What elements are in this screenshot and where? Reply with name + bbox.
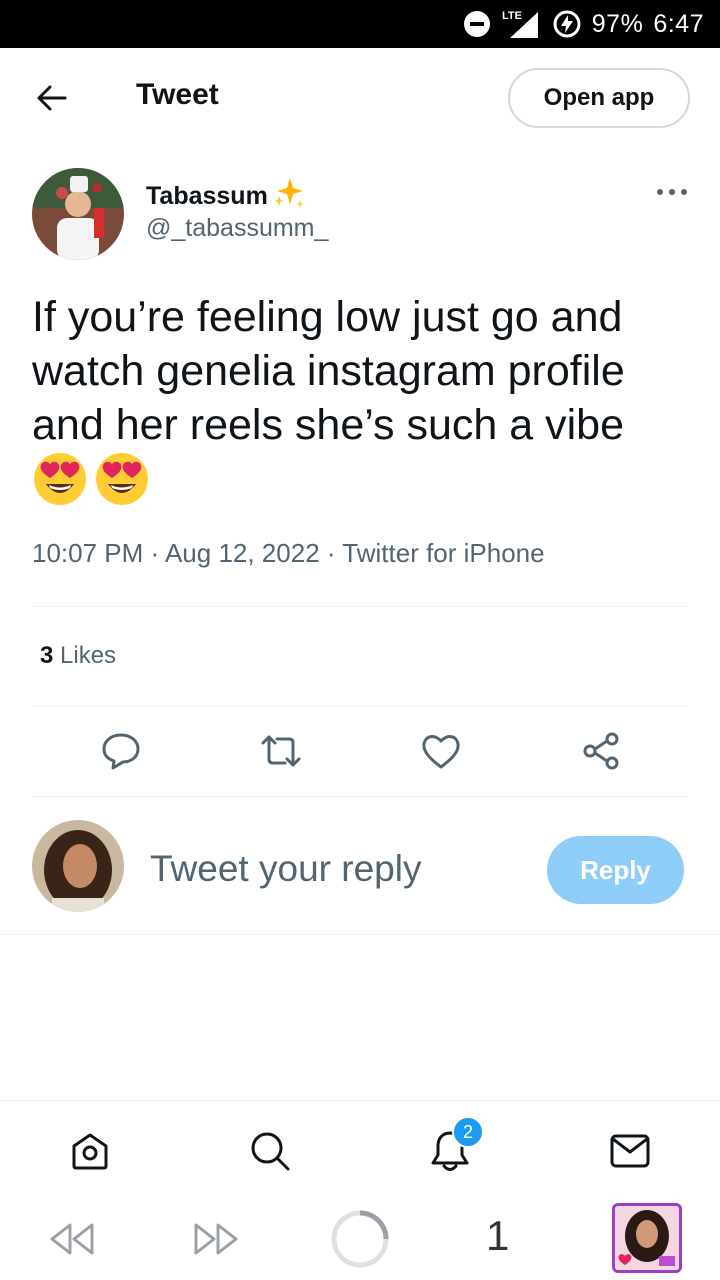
browser-profile-thumbnail[interactable] xyxy=(612,1203,682,1273)
tweet-timestamp[interactable]: 10:07 PM · Aug 12, 2022 · Twitter for iP… xyxy=(32,538,545,569)
like-heart-icon[interactable] xyxy=(418,728,464,774)
reply-button[interactable]: Reply xyxy=(547,836,684,904)
messages-mail-icon[interactable] xyxy=(607,1128,653,1174)
clock: 6:47 xyxy=(653,9,704,38)
back-arrow-icon[interactable] xyxy=(30,76,74,120)
status-bar: LTE 97% 6:47 xyxy=(0,0,720,48)
heart-eyes-emoji-icon xyxy=(32,450,88,511)
divider xyxy=(32,606,688,607)
likes-number: 3 xyxy=(40,642,54,669)
retweet-icon[interactable] xyxy=(258,728,304,774)
reply-icon[interactable] xyxy=(98,728,144,774)
open-app-button[interactable]: Open app xyxy=(508,68,690,128)
battery-saver-icon xyxy=(552,9,582,39)
browser-forward-icon[interactable] xyxy=(188,1216,244,1262)
share-icon[interactable] xyxy=(578,728,624,774)
likes-count[interactable]: 3 Likes xyxy=(40,642,116,670)
svg-text:LTE: LTE xyxy=(502,10,522,22)
emoji-row xyxy=(32,450,150,511)
current-user-avatar xyxy=(32,820,124,912)
divider xyxy=(0,934,720,935)
home-icon[interactable] xyxy=(67,1128,113,1174)
browser-back-icon[interactable] xyxy=(44,1216,100,1262)
bottom-navigation xyxy=(0,1102,720,1194)
author-name-text: Tabassum xyxy=(146,182,268,210)
author-name[interactable]: Tabassum xyxy=(146,176,306,217)
likes-label: Likes xyxy=(60,642,117,669)
browser-tab-count[interactable]: 1 xyxy=(486,1212,509,1260)
divider xyxy=(32,706,688,707)
sparkles-icon xyxy=(272,176,306,217)
page-title: Tweet xyxy=(136,78,219,111)
lte-signal-icon: LTE xyxy=(502,8,542,40)
reply-input[interactable]: Tweet your reply xyxy=(150,848,421,890)
tweet-text: If you’re feeling low just go and watch … xyxy=(32,293,625,449)
divider xyxy=(0,1100,720,1101)
notifications-badge: 2 xyxy=(452,1116,484,1148)
heart-eyes-emoji-icon xyxy=(94,450,150,511)
browser-reload-icon[interactable] xyxy=(330,1209,390,1269)
more-options-icon[interactable] xyxy=(652,178,692,206)
author-handle[interactable]: @_tabassumm_ xyxy=(146,214,328,243)
top-app-bar: Tweet Open app xyxy=(0,48,720,148)
do-not-disturb-icon xyxy=(462,9,492,39)
tweet-actions xyxy=(0,728,720,778)
author-avatar[interactable] xyxy=(32,168,124,260)
search-icon[interactable] xyxy=(247,1128,293,1174)
divider xyxy=(32,796,688,797)
battery-level: 97% xyxy=(591,9,644,38)
